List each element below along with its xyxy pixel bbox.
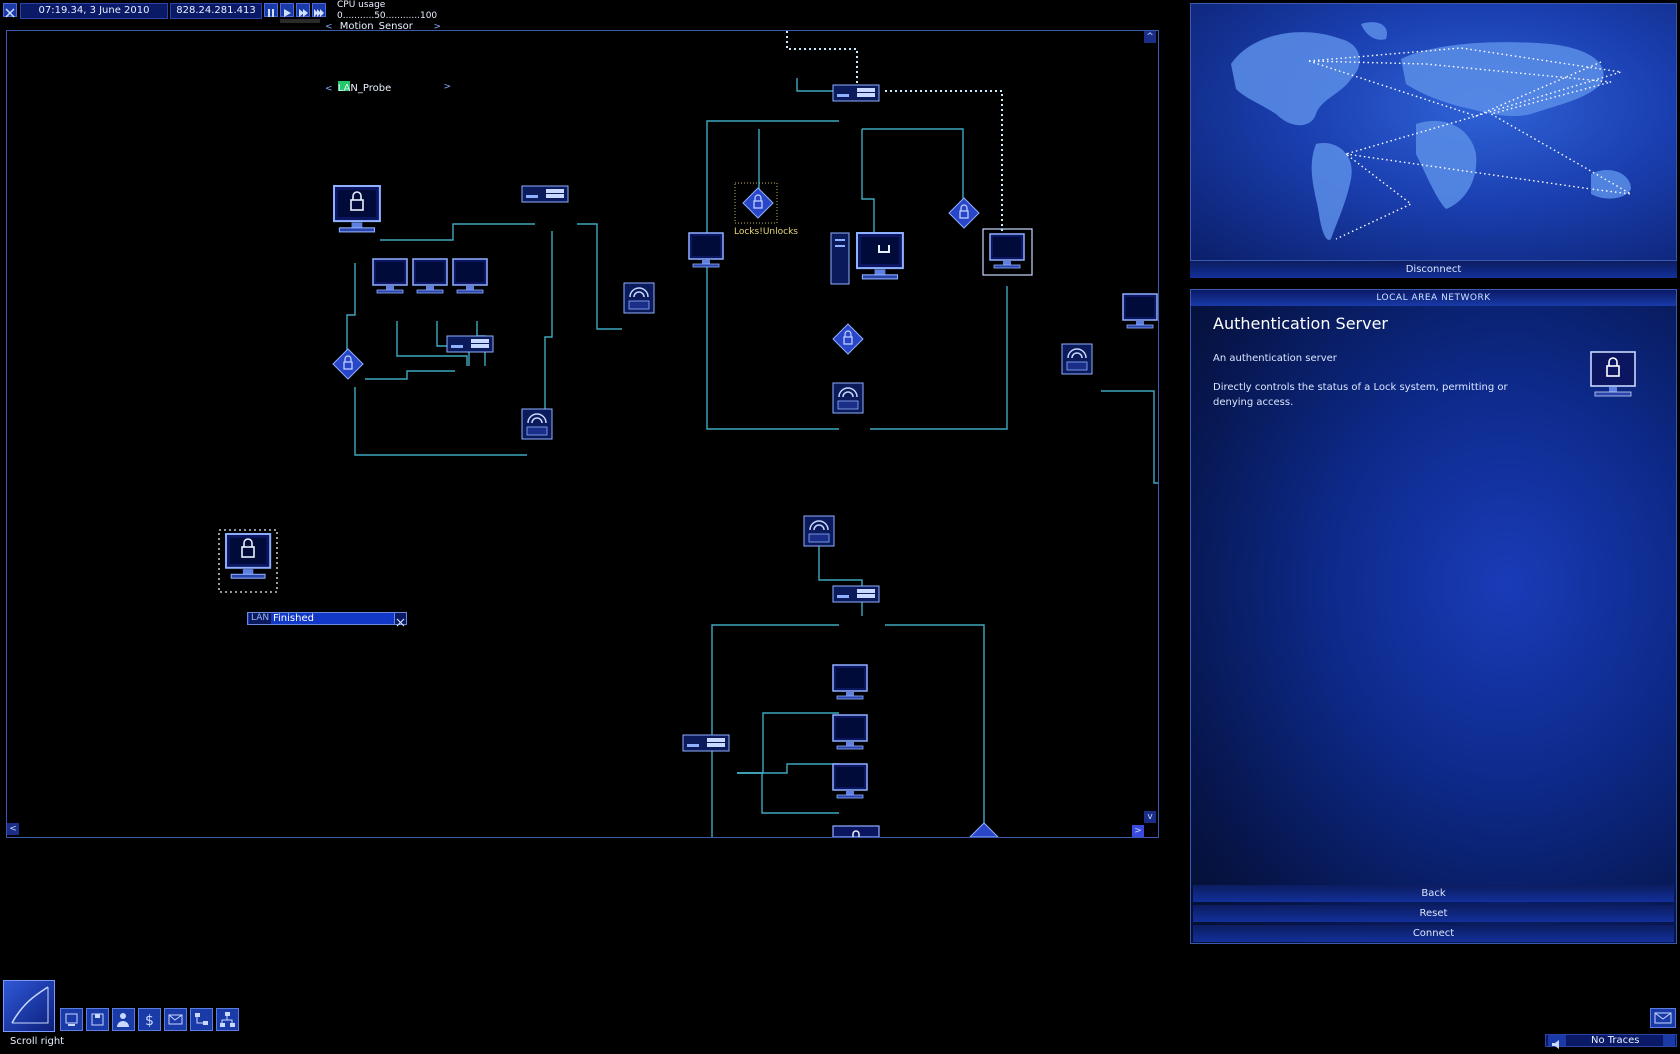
email-icon[interactable] (164, 1008, 187, 1031)
workstation-node[interactable] (372, 258, 408, 294)
tool-selector-label: LAN_Probe (337, 83, 392, 94)
lock-node[interactable] (332, 348, 364, 380)
lan-tool-icon[interactable] (216, 1008, 239, 1031)
node-label: Locks!Unlocks (734, 227, 798, 237)
task-progress-bar: LAN Finished (247, 612, 407, 627)
router-node[interactable] (446, 335, 494, 353)
back-button[interactable]: Back (1193, 885, 1674, 902)
next-tool-icon[interactable]: > (443, 81, 451, 93)
mail-notification-icon[interactable] (1650, 1008, 1676, 1028)
world-map-graphic (1231, 22, 1632, 240)
lock-node[interactable] (948, 197, 980, 229)
router-node[interactable] (521, 185, 569, 203)
workstation-node[interactable] (832, 714, 868, 750)
router-node[interactable] (832, 585, 880, 603)
trace-toggle-icon[interactable] (1663, 1035, 1675, 1046)
workstation-node[interactable] (832, 763, 868, 799)
main-menu-icon[interactable] (3, 980, 55, 1032)
mainframe-node[interactable] (830, 231, 904, 285)
reset-button[interactable]: Reset (1193, 905, 1674, 922)
router-node[interactable] (682, 734, 730, 752)
finance-icon[interactable]: $ (138, 1008, 161, 1031)
workstation-node[interactable] (832, 664, 868, 700)
wireless-node[interactable] (803, 515, 835, 547)
trace-status-bar: No Traces (1545, 1034, 1677, 1049)
lan-info-panel: LOCAL AREA NETWORK Authentication Server… (1190, 289, 1677, 944)
network-icon[interactable] (190, 1008, 213, 1031)
trace-route (786, 31, 1003, 259)
task-tool-badge: LAN (249, 613, 272, 624)
panel-header: LOCAL AREA NETWORK (1191, 290, 1676, 306)
scroll-down-button[interactable]: v (1144, 811, 1156, 823)
lan-links (346, 78, 1158, 837)
trace-status-label: No Traces (1591, 1035, 1640, 1046)
workstation-node[interactable] (412, 258, 448, 294)
play-icon[interactable] (280, 3, 294, 17)
auth-server-icon (1590, 351, 1636, 397)
task-status-label: Finished (273, 613, 314, 624)
world-map[interactable] (1190, 3, 1677, 261)
person-icon[interactable] (112, 1008, 135, 1031)
scroll-left-button[interactable]: < (7, 823, 19, 835)
status-hint: Scroll right (10, 1036, 65, 1047)
tool-selector-lan-probe[interactable]: < LAN_Probe > (325, 81, 453, 94)
panel-description: Directly controls the status of a Lock s… (1213, 382, 1508, 408)
close-session-icon[interactable] (3, 3, 17, 18)
wireless-node[interactable] (623, 282, 655, 314)
scroll-up-button[interactable]: ^ (1144, 31, 1156, 43)
svg-text:$: $ (145, 1013, 154, 1029)
ip-display: 828.24.281.413 (170, 3, 262, 19)
wireless-node[interactable] (521, 408, 553, 440)
auth-server-node-bottom[interactable] (832, 825, 880, 837)
workstation-node[interactable] (452, 258, 488, 294)
connect-button[interactable]: Connect (1193, 925, 1674, 942)
lan-diagram[interactable]: Locks!Unlocks (7, 31, 1158, 837)
workstation-node[interactable] (1122, 293, 1158, 329)
fastest-icon[interactable] (312, 3, 326, 17)
wireless-node[interactable] (832, 382, 864, 414)
close-icon[interactable] (394, 612, 407, 627)
auth-server-node-selected[interactable] (225, 533, 272, 580)
clock-display: 07:19.34, 3 June 2010 (20, 3, 168, 19)
panel-subtitle: An authentication server (1213, 353, 1337, 364)
computer-icon[interactable] (60, 1008, 83, 1031)
cpu-usage-label: CPU usage (337, 0, 386, 10)
scroll-right-button[interactable]: > (1132, 825, 1144, 837)
panel-title: Authentication Server (1213, 314, 1389, 333)
lan-map-view[interactable]: Locks!Unlocks < LAN_Probe > LAN Finished… (6, 30, 1159, 838)
pause-icon[interactable] (264, 3, 278, 17)
prev-tool-icon[interactable]: < (325, 84, 333, 94)
lock-node-selected[interactable] (742, 187, 774, 219)
auth-server-node-left[interactable] (332, 184, 381, 233)
workstation-node[interactable] (688, 232, 724, 268)
lock-node[interactable] (832, 323, 864, 355)
speed-indicator (280, 19, 320, 23)
target-node[interactable] (982, 228, 1033, 276)
sound-icon[interactable] (1548, 1035, 1566, 1049)
disconnect-button[interactable]: Disconnect (1190, 261, 1677, 278)
lock-node[interactable] (969, 822, 999, 837)
wireless-node[interactable] (1061, 343, 1093, 375)
disk-icon[interactable] (86, 1008, 109, 1031)
fast-icon[interactable] (296, 3, 310, 17)
router-node[interactable] (832, 84, 880, 102)
